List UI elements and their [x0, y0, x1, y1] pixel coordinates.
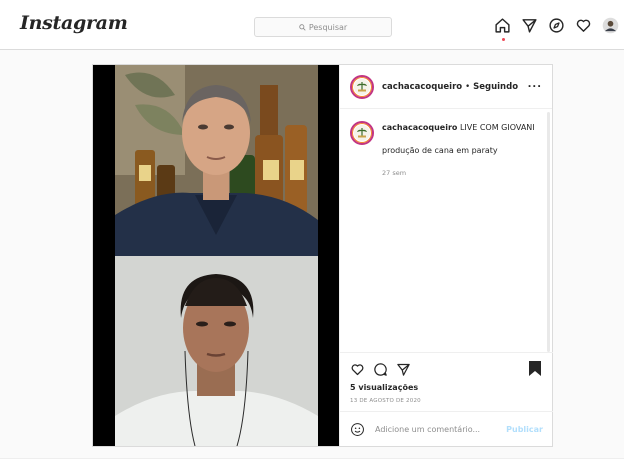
video-frame-top: [115, 65, 318, 256]
comment-input[interactable]: Adicione um comentário...: [375, 425, 506, 434]
instagram-logo[interactable]: Instagram: [20, 12, 128, 34]
search-input[interactable]: Pesquisar: [254, 17, 392, 37]
account-logo-icon: [354, 125, 370, 141]
explore-icon[interactable]: [548, 17, 565, 34]
publish-button[interactable]: Publicar: [506, 425, 543, 434]
action-icons: [350, 359, 543, 379]
home-indicator-dot: [502, 38, 505, 41]
post-username[interactable]: cachacacoqueiro: [382, 82, 462, 92]
comments-scrollbar[interactable]: [547, 112, 550, 352]
post-sidebar: cachacacoqueiro • Seguindo ... cachacaco…: [339, 65, 553, 446]
search-placeholder: Pesquisar: [308, 22, 348, 32]
separator-dot: •: [465, 81, 471, 92]
post-modal: cachacacoqueiro • Seguindo ... cachacaco…: [92, 64, 553, 447]
bookmark-icon[interactable]: [529, 361, 541, 376]
account-avatar[interactable]: [350, 74, 374, 99]
video-top-participant: [115, 65, 318, 256]
post-date: 13 DE AGOSTO DE 2020: [350, 398, 421, 404]
post-header: cachacacoqueiro • Seguindo ...: [340, 65, 552, 109]
caption-row: cachacacoqueiro LIVE COM GIOVANI produçã…: [350, 121, 545, 180]
comment-icon[interactable]: [373, 362, 388, 377]
video-bottom-participant: [115, 256, 318, 446]
like-heart-icon[interactable]: [350, 362, 365, 377]
video-frame-bottom: [115, 256, 318, 446]
profile-avatar[interactable]: [602, 17, 619, 34]
caption-avatar[interactable]: [350, 121, 374, 145]
caption-username[interactable]: cachacacoqueiro: [382, 123, 457, 132]
comment-bar: Adicione um comentário... Publicar: [340, 411, 553, 446]
direct-icon[interactable]: [521, 17, 538, 34]
more-options-button[interactable]: ...: [528, 79, 542, 90]
post-actions: 5 visualizações 13 DE AGOSTO DE 2020: [340, 352, 553, 404]
emoji-icon[interactable]: [350, 422, 365, 437]
post-video[interactable]: [93, 65, 339, 446]
follow-status[interactable]: Seguindo: [473, 82, 518, 92]
caption-text: LIVE COM GIOVANI: [459, 123, 535, 132]
caption-text-block: cachacacoqueiro LIVE COM GIOVANI produçã…: [382, 121, 535, 180]
caption-first-line: cachacacoqueiro LIVE COM GIOVANI: [382, 121, 535, 134]
top-navbar: Instagram Pesquisar: [0, 0, 624, 50]
share-icon[interactable]: [396, 362, 411, 377]
caption-time[interactable]: 27 sem: [382, 167, 535, 180]
search-icon: [299, 23, 306, 31]
view-count[interactable]: 5 visualizações: [350, 383, 543, 392]
home-icon[interactable]: [494, 17, 511, 34]
heart-icon[interactable]: [575, 17, 592, 34]
nav-icons: [494, 17, 619, 34]
post-caption: cachacacoqueiro LIVE COM GIOVANI produçã…: [350, 121, 545, 180]
account-logo-icon: [354, 78, 370, 95]
caption-line2: produção de cana em paraty: [382, 146, 498, 155]
